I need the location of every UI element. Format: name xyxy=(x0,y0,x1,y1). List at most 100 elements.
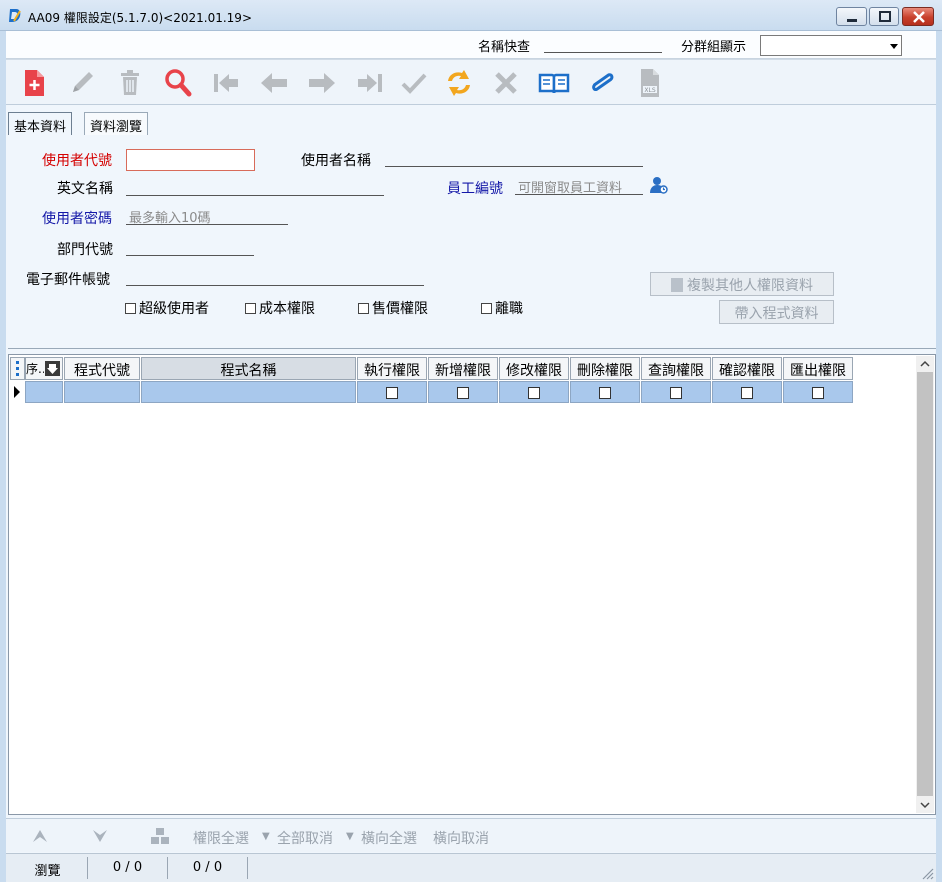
user-name-input[interactable] xyxy=(385,147,643,167)
cell-exec-perm xyxy=(357,381,427,403)
col-edit-perm[interactable]: 修改權限 xyxy=(499,357,569,380)
resigned-checkbox[interactable]: 離職 xyxy=(481,298,523,318)
col-program-name[interactable]: 程式名稱 xyxy=(141,357,356,380)
export-perm-checkbox[interactable] xyxy=(812,387,824,399)
checkbox-box xyxy=(481,303,492,314)
browse-book-button[interactable] xyxy=(537,66,571,100)
cell-program-code[interactable] xyxy=(64,381,140,403)
cell-program-name[interactable] xyxy=(141,381,356,403)
select-row-button[interactable]: 橫向全選 xyxy=(361,828,417,848)
close-button[interactable] xyxy=(902,7,934,26)
col-exec-perm[interactable]: 執行權限 xyxy=(357,357,427,380)
english-name-input[interactable] xyxy=(126,176,384,196)
user-lookup-icon[interactable] xyxy=(650,176,668,194)
col-confirm-perm[interactable]: 確認權限 xyxy=(712,357,782,380)
add-perm-checkbox[interactable] xyxy=(457,387,469,399)
group-display-select[interactable] xyxy=(760,35,902,56)
col-add-perm[interactable]: 新增權限 xyxy=(428,357,498,380)
cell-delete-perm xyxy=(570,381,640,403)
cancel-all-button[interactable]: 全部取消 xyxy=(277,828,333,848)
tab-data-browse[interactable]: 資料瀏覽 xyxy=(84,112,149,136)
import-program-button[interactable]: 帶入程式資料 xyxy=(719,300,834,324)
tab-basic-info[interactable]: 基本資料 xyxy=(8,112,73,138)
exec-perm-checkbox[interactable] xyxy=(386,387,398,399)
cell-seq[interactable] xyxy=(25,381,63,403)
price-permission-checkbox[interactable]: 售價權限 xyxy=(358,298,428,318)
scrollbar-thumb[interactable] xyxy=(917,372,933,796)
search-button[interactable] xyxy=(161,66,195,100)
name-search-input[interactable] xyxy=(544,35,662,53)
password-input[interactable]: 最多輸入10碼 xyxy=(126,205,288,226)
delete-perm-checkbox[interactable] xyxy=(599,387,611,399)
app-logo-icon xyxy=(9,9,21,22)
user-code-input[interactable] xyxy=(126,149,255,171)
dropdown-caret-icon[interactable]: ▼ xyxy=(346,831,354,842)
cell-edit-perm xyxy=(499,381,569,403)
cancel-row-button[interactable]: 橫向取消 xyxy=(433,828,489,848)
col-seq[interactable]: 序... xyxy=(25,357,63,380)
superuser-checkbox[interactable]: 超級使用者 xyxy=(125,298,209,318)
trash-icon xyxy=(121,70,139,95)
copy-permissions-label: 複製其他人權限資料 xyxy=(687,278,813,294)
employee-no-input[interactable]: 可開窗取員工資料 xyxy=(515,175,643,196)
col-delete-perm[interactable]: 刪除權限 xyxy=(570,357,640,380)
close-icon xyxy=(913,11,925,23)
checkbox-box xyxy=(358,303,369,314)
previous-record-button[interactable] xyxy=(257,66,291,100)
group-blocks-icon[interactable] xyxy=(150,826,170,846)
col-seq-label: 序... xyxy=(26,362,44,376)
confirm-button[interactable] xyxy=(397,66,431,100)
minimize-icon xyxy=(847,19,857,22)
cost-permission-checkbox[interactable]: 成本權限 xyxy=(245,298,315,318)
refresh-button[interactable] xyxy=(442,66,476,100)
maximize-icon xyxy=(879,11,891,22)
xls-file-icon: XLS xyxy=(641,69,659,97)
basic-info-form: 使用者代號 使用者名稱 英文名稱 員工編號 可開窗取員工資料 使用者密碼 最多輸… xyxy=(8,135,936,349)
resize-grip-icon[interactable] xyxy=(920,866,934,880)
select-all-permissions-button[interactable]: 權限全選 xyxy=(193,828,249,848)
table-row[interactable] xyxy=(9,381,859,403)
checkbox-box xyxy=(245,303,256,314)
group-display-label: 分群組顯示 xyxy=(681,40,747,55)
move-up-icon[interactable] xyxy=(30,826,50,846)
col-query-perm[interactable]: 查詢權限 xyxy=(641,357,711,380)
edit-button[interactable] xyxy=(65,66,99,100)
scroll-up-icon[interactable] xyxy=(916,356,934,372)
current-row-arrow-icon xyxy=(14,386,20,398)
attachment-button[interactable] xyxy=(585,66,619,100)
email-input[interactable] xyxy=(126,266,424,286)
dropdown-caret-icon[interactable]: ▼ xyxy=(262,831,270,842)
status-mode: 瀏覽 xyxy=(8,857,88,879)
skip-first-icon xyxy=(214,74,238,92)
skip-last-icon xyxy=(358,74,382,92)
window-frame-left xyxy=(0,31,6,882)
col-export-perm[interactable]: 匯出權限 xyxy=(783,357,853,380)
edit-perm-checkbox[interactable] xyxy=(528,387,540,399)
copy-permissions-button[interactable]: 複製其他人權限資料 xyxy=(650,272,834,296)
vertical-scrollbar[interactable] xyxy=(916,356,934,813)
col-program-code[interactable]: 程式代號 xyxy=(64,357,140,380)
resigned-label: 離職 xyxy=(495,301,523,317)
cost-permission-label: 成本權限 xyxy=(259,301,315,317)
maximize-button[interactable] xyxy=(869,7,899,26)
scroll-down-icon[interactable] xyxy=(916,797,934,813)
next-record-button[interactable] xyxy=(305,66,339,100)
svg-text:XLS: XLS xyxy=(644,87,655,94)
minimize-button[interactable] xyxy=(836,7,867,26)
checkbox-box xyxy=(125,303,136,314)
dept-code-input[interactable] xyxy=(126,236,254,256)
new-record-button[interactable] xyxy=(17,66,51,100)
first-record-button[interactable] xyxy=(209,66,243,100)
grid-header: 序... 程式代號 程式名稱 執行權限 新增權限 修改權限 刪除權限 查詢權限 … xyxy=(9,357,859,380)
bottom-action-bar: 權限全選 ▼ 全部取消 ▼ 橫向全選 橫向取消 xyxy=(6,818,936,852)
last-record-button[interactable] xyxy=(353,66,387,100)
row-selector-header[interactable] xyxy=(10,357,25,380)
query-perm-checkbox[interactable] xyxy=(670,387,682,399)
cancel-button[interactable] xyxy=(489,66,523,100)
export-xls-button[interactable]: XLS xyxy=(633,66,667,100)
move-down-icon[interactable] xyxy=(90,826,110,846)
name-search-label: 名稱快查 xyxy=(478,40,531,55)
delete-button[interactable] xyxy=(113,66,147,100)
arrow-right-icon xyxy=(309,73,335,93)
confirm-perm-checkbox[interactable] xyxy=(741,387,753,399)
